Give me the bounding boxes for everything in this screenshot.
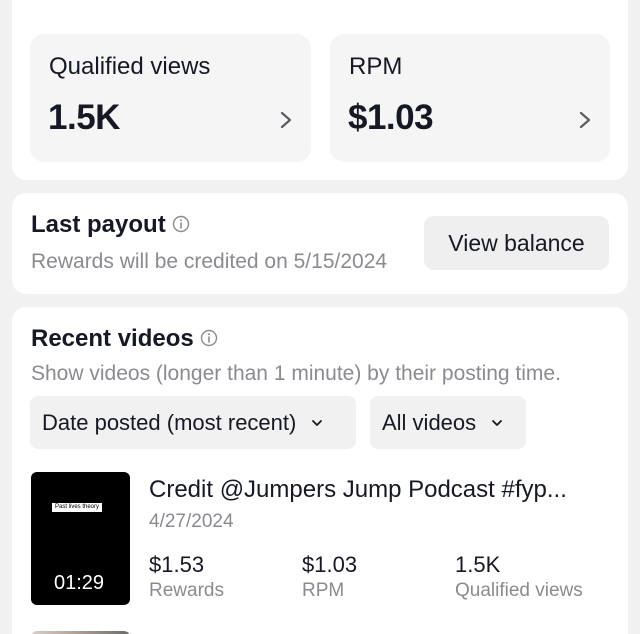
qualified-views-tile[interactable]: Qualified views 1.5K <box>30 34 311 162</box>
qualified-views-label: Qualified views <box>455 580 583 601</box>
section-title: Recent videos <box>31 325 218 353</box>
date-posted-filter[interactable]: Date posted (most recent) <box>30 396 356 449</box>
chevron-right-icon <box>280 111 292 129</box>
info-icon[interactable] <box>172 215 190 233</box>
view-balance-button[interactable]: View balance <box>424 216 609 270</box>
rewards-label: Rewards <box>149 580 224 601</box>
stat-value: $1.03 <box>348 98 434 137</box>
thumbnail-caption: Past lives theory <box>52 503 103 512</box>
filter-label: Date posted (most recent) <box>42 409 297 435</box>
video-title[interactable]: Credit @Jumpers Jump Podcast #fyp... <box>149 476 567 504</box>
rpm-label: RPM <box>302 580 345 601</box>
video-thumbnail[interactable]: Past lives theory 01:29 <box>31 472 130 605</box>
chevron-down-icon <box>492 419 503 426</box>
stat-value: 1.5K <box>48 98 120 137</box>
section-title: Last payout <box>31 211 190 239</box>
rpm-value: $1.03 <box>302 552 358 577</box>
last-payout-card: Last payout Rewards will be credited on … <box>12 193 628 294</box>
recent-videos-card: Recent videos Show videos (longer than 1… <box>12 307 628 634</box>
filter-label: All videos <box>382 409 477 435</box>
stat-label: RPM <box>349 53 403 80</box>
video-date: 4/27/2024 <box>149 511 234 532</box>
qualified-views-value: 1.5K <box>455 552 501 577</box>
rewards-value: $1.53 <box>149 552 205 577</box>
last-payout-title: Last payout <box>31 211 166 238</box>
info-icon[interactable] <box>200 329 218 347</box>
rpm-tile[interactable]: RPM $1.03 <box>330 34 610 162</box>
payout-subtitle: Rewards will be credited on 5/15/2024 <box>31 250 388 273</box>
chevron-right-icon <box>579 111 591 129</box>
recent-videos-title: Recent videos <box>31 325 194 352</box>
stats-card: Qualified views 1.5K RPM $1.03 <box>12 0 628 180</box>
stat-label: Qualified views <box>49 53 211 80</box>
video-type-filter[interactable]: All videos <box>370 396 526 449</box>
chevron-down-icon <box>312 419 323 426</box>
recent-videos-subtitle: Show videos (longer than 1 minute) by th… <box>31 362 561 385</box>
video-duration: 01:29 <box>54 572 105 594</box>
